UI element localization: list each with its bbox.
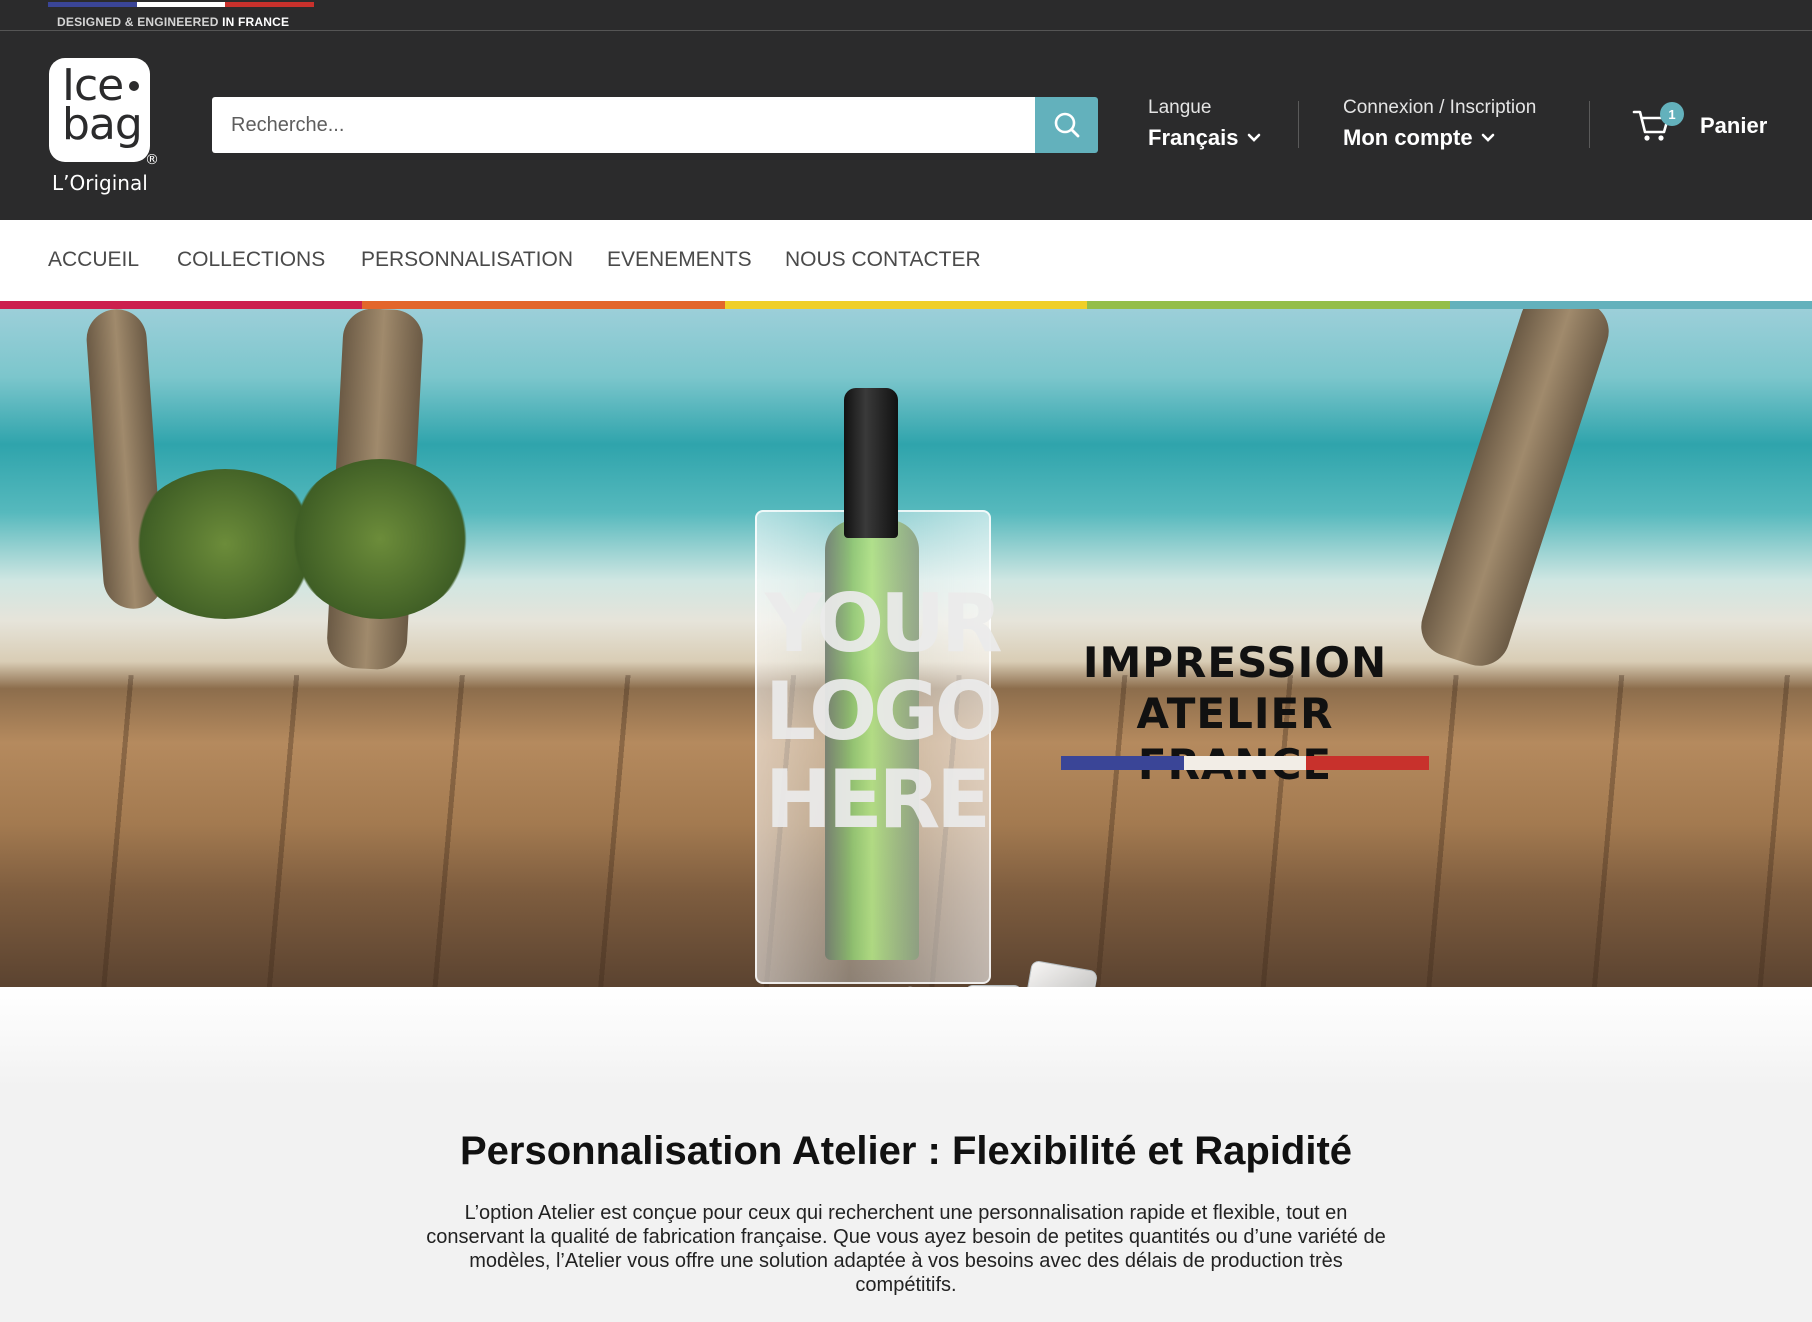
nav-item-evenements[interactable]: EVENEMENTS — [607, 248, 752, 272]
product-print-line: LOGO — [765, 665, 1003, 758]
registered-mark: ® — [145, 152, 159, 168]
france-flag-line — [48, 2, 315, 7]
nav-item-nous-contacter[interactable]: NOUS CONTACTER — [785, 248, 981, 272]
nav-item-personnalisation[interactable]: PERSONNALISATION — [361, 248, 573, 272]
account-menu[interactable]: Mon compte — [1343, 125, 1495, 151]
section-title: Personnalisation Atelier : Flexibilité e… — [459, 1129, 1353, 1173]
header-divider — [1298, 101, 1299, 148]
main-nav: ACCUEIL COLLECTIONS PERSONNALISATION EVE… — [0, 220, 1812, 301]
bottle-neck — [844, 388, 898, 538]
section-body: L’option Atelier est conçue pour ceux qu… — [426, 1202, 1386, 1296]
search-input[interactable] — [212, 97, 1035, 153]
palm-trunk — [1413, 309, 1617, 674]
plant — [290, 459, 470, 619]
top-banner: DESIGNED & ENGINEERED IN FRANCE — [0, 0, 1812, 31]
cart-label[interactable]: Panier — [1700, 113, 1767, 139]
product-print-text: YOUR LOGO HERE — [765, 577, 1003, 846]
nav-item-collections[interactable]: COLLECTIONS — [177, 248, 325, 272]
header-divider — [1589, 101, 1590, 148]
logo-text-bag: bag — [62, 99, 143, 150]
nav-item-accueil[interactable]: ACCUEIL — [48, 248, 139, 272]
hero-title-line1: IMPRESSION — [1082, 638, 1388, 687]
search-button[interactable] — [1035, 97, 1098, 153]
site-header: Ice bag ® L’Original Langue Français Con… — [0, 31, 1812, 220]
product-print-line: YOUR — [765, 577, 1003, 670]
hero-title-line2: ATELIER FRANCE — [1136, 689, 1334, 789]
accent-color-bar — [0, 301, 1812, 309]
top-banner-prefix: DESIGNED & ENGINEERED — [57, 15, 223, 29]
login-register-link[interactable]: Connexion / Inscription — [1343, 97, 1536, 119]
france-flag-bar — [1061, 756, 1430, 770]
logo-tagline: L’Original — [52, 171, 148, 195]
account-value: Mon compte — [1343, 125, 1473, 150]
logo-dot-icon — [129, 81, 139, 91]
search-icon — [1054, 112, 1079, 138]
language-label: Langue — [1148, 97, 1212, 118]
product-print-line: HERE — [765, 753, 991, 846]
chevron-down-icon — [1481, 133, 1494, 142]
language-selector[interactable]: Français — [1148, 125, 1261, 151]
top-banner-suffix: IN FRANCE — [222, 15, 290, 29]
language-value: Français — [1148, 125, 1239, 150]
chevron-down-icon — [1247, 133, 1260, 142]
top-banner-text: DESIGNED & ENGINEERED IN FRANCE — [57, 15, 289, 29]
cart-count-badge: 1 — [1660, 102, 1684, 126]
